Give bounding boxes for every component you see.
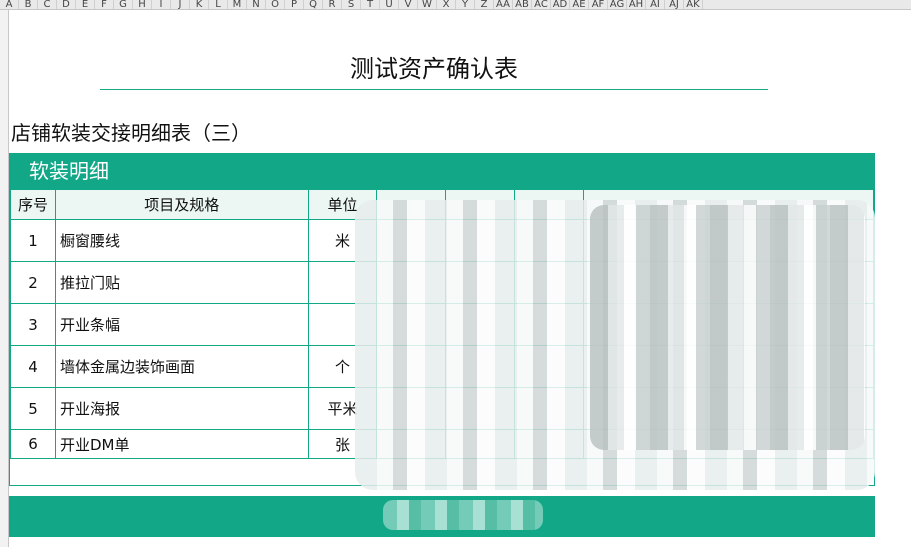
- cell-no[interactable]: 3: [10, 303, 56, 346]
- column-header-cell[interactable]: AG: [608, 0, 627, 9]
- column-header-cell[interactable]: J: [171, 0, 190, 9]
- column-header-cell[interactable]: U: [380, 0, 399, 9]
- column-header-cell[interactable]: AC: [532, 0, 551, 9]
- column-header-cell[interactable]: AH: [627, 0, 646, 9]
- cell-no[interactable]: 2: [10, 261, 56, 304]
- column-header-cell[interactable]: N: [247, 0, 266, 9]
- column-header-cell[interactable]: G: [114, 0, 133, 9]
- column-header-cell[interactable]: D: [57, 0, 76, 9]
- column-header-cell[interactable]: AF: [589, 0, 608, 9]
- header-item[interactable]: 项目及规格: [54, 189, 309, 220]
- column-header-cell[interactable]: F: [95, 0, 114, 9]
- row-header-strip[interactable]: [0, 10, 9, 547]
- column-header-cell[interactable]: P: [285, 0, 304, 9]
- column-header-cell[interactable]: R: [323, 0, 342, 9]
- header-no[interactable]: 序号: [10, 189, 56, 220]
- column-header-cell[interactable]: O: [266, 0, 285, 9]
- cell-no[interactable]: 6: [10, 429, 56, 459]
- column-header-cell[interactable]: W: [418, 0, 437, 9]
- column-header-cell[interactable]: B: [19, 0, 38, 9]
- column-header-cell[interactable]: C: [38, 0, 57, 9]
- column-header-cell[interactable]: AI: [646, 0, 665, 9]
- redaction-blur: [383, 500, 543, 530]
- column-header-cell[interactable]: H: [133, 0, 152, 9]
- column-header-cell[interactable]: AA: [494, 0, 513, 9]
- column-header-cell[interactable]: X: [437, 0, 456, 9]
- cell-no[interactable]: 4: [10, 345, 56, 388]
- cell-item[interactable]: 墙体金属边装饰画面: [54, 345, 309, 388]
- column-header-cell[interactable]: M: [228, 0, 247, 9]
- redaction-blur: [590, 205, 865, 450]
- column-header-cell[interactable]: T: [361, 0, 380, 9]
- cell-no[interactable]: 5: [10, 387, 56, 430]
- column-header-strip[interactable]: A B C D E F G H I J K L M N O P Q R S T U V W X Y Z AA AB AC AD AE AF AG…: [0, 0, 911, 10]
- column-header-cell[interactable]: AK: [684, 0, 703, 9]
- cell-item[interactable]: 开业DM单: [54, 429, 309, 459]
- column-header-cell[interactable]: L: [209, 0, 228, 9]
- column-header-cell[interactable]: A: [0, 0, 19, 9]
- column-header-cell[interactable]: S: [342, 0, 361, 9]
- column-header-cell[interactable]: K: [190, 0, 209, 9]
- column-header-cell[interactable]: AJ: [665, 0, 684, 9]
- sheet-title: 测试资产确认表: [100, 52, 768, 90]
- column-header-cell[interactable]: Y: [456, 0, 475, 9]
- cell-item[interactable]: 橱窗腰线: [54, 219, 309, 262]
- sheet-subtitle: 店铺软装交接明细表（三）: [11, 121, 251, 145]
- column-header-cell[interactable]: V: [399, 0, 418, 9]
- column-header-cell[interactable]: Z: [475, 0, 494, 9]
- column-header-cell[interactable]: AB: [513, 0, 532, 9]
- column-header-cell[interactable]: AE: [570, 0, 589, 9]
- cell-item[interactable]: 开业海报: [54, 387, 309, 430]
- cell-item[interactable]: 推拉门贴: [54, 261, 309, 304]
- column-header-cell[interactable]: AD: [551, 0, 570, 9]
- section-header-bar: 软装明细: [9, 153, 875, 189]
- cell-item[interactable]: 开业条幅: [54, 303, 309, 346]
- column-header-cell[interactable]: Q: [304, 0, 323, 9]
- column-header-cell[interactable]: I: [152, 0, 171, 9]
- cell-no[interactable]: 1: [10, 219, 56, 262]
- column-header-cell[interactable]: E: [76, 0, 95, 9]
